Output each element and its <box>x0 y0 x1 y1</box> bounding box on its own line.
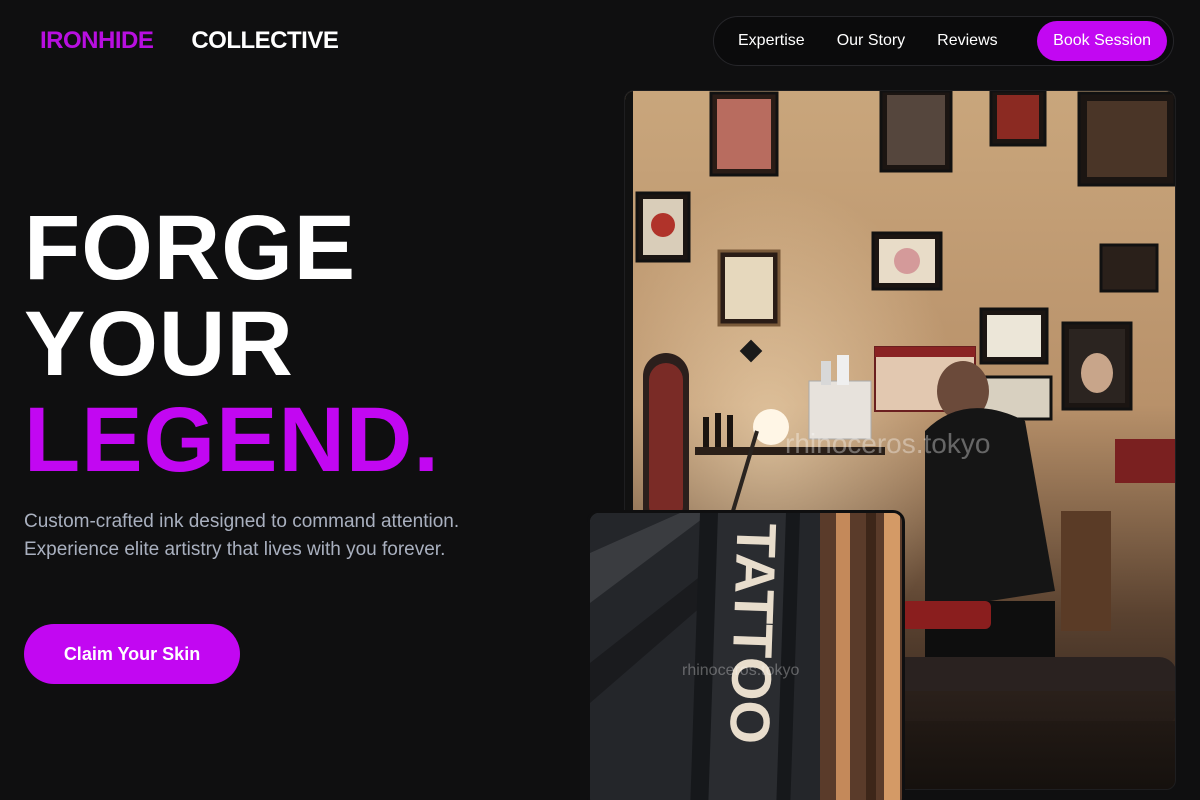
headline-line-3: LEGEND. <box>24 389 440 491</box>
book-session-button[interactable]: Book Session <box>1037 21 1167 61</box>
sub-watermark: rhinoceros.tokyo <box>682 662 799 679</box>
logo-secondary: COLLECTIVE <box>191 27 339 54</box>
main-nav: Expertise Our Story Reviews Book Session <box>713 16 1174 66</box>
claim-your-skin-button[interactable]: Claim Your Skin <box>24 624 240 684</box>
nav-reviews[interactable]: Reviews <box>921 21 1013 61</box>
tattoo-sign-photo: TATTOO rhinoceros.tokyo <box>587 510 905 800</box>
hero-headline: FORGE YOUR LEGEND. <box>24 200 440 488</box>
sign-lettering: TATTOO <box>718 522 789 745</box>
nav-our-story[interactable]: Our Story <box>821 21 921 61</box>
main-watermark: rhinoceros.tokyo <box>785 428 990 459</box>
hero-subcopy: Custom-crafted ink designed to command a… <box>24 511 460 560</box>
logo[interactable]: IRONHIDE COLLECTIVE <box>40 27 339 55</box>
nav-expertise[interactable]: Expertise <box>722 21 821 61</box>
landing-page: IRONHIDE COLLECTIVE Expertise Our Story … <box>0 0 1200 800</box>
headline-line-1: FORGE <box>24 197 357 299</box>
logo-primary: IRONHIDE <box>40 27 154 54</box>
tattoo-sign-scene: TATTOO rhinoceros.tokyo <box>590 513 902 800</box>
headline-line-2: YOUR <box>24 293 294 395</box>
